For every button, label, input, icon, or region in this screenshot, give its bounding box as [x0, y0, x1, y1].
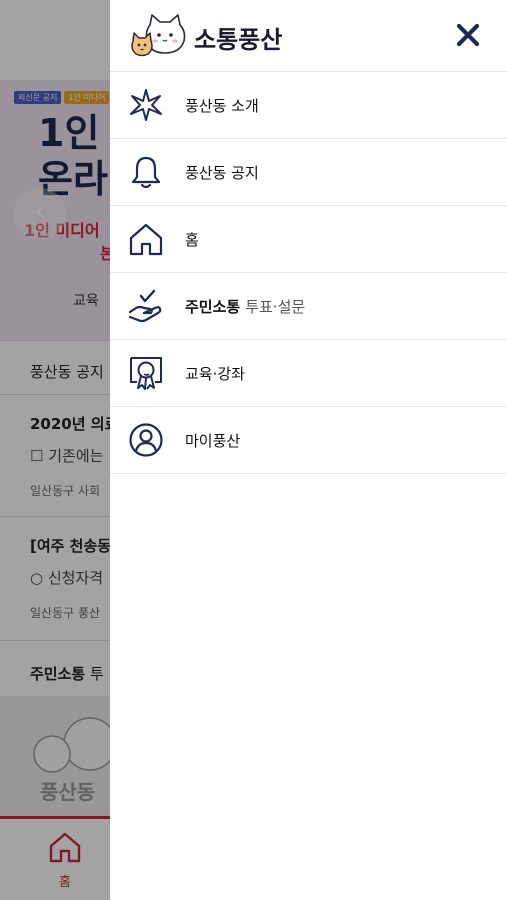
menu-item-label-main: 주민소통	[185, 297, 241, 316]
app-title: 소통풍산	[194, 26, 283, 54]
hand-check-icon	[128, 288, 164, 324]
user-circle-icon	[128, 422, 164, 458]
menu-item-intro[interactable]: 풍산동 소개	[110, 72, 507, 139]
bell-icon	[128, 154, 164, 190]
menu-item-my-page[interactable]: 마이풍산	[110, 407, 507, 474]
menu-item-label: 홈	[185, 230, 199, 249]
menu-item-label: 풍산동 공지	[185, 163, 259, 182]
menu-item-label: 풍산동 소개	[185, 96, 259, 115]
menu-item-label: 마이풍산	[185, 431, 241, 450]
menu-item-notice[interactable]: 풍산동 공지	[110, 139, 507, 206]
menu-item-label: 교육·강좌	[185, 364, 245, 383]
cat-logo-icon	[131, 14, 186, 57]
home-icon	[128, 221, 164, 257]
close-button[interactable]	[453, 20, 483, 50]
menu-item-home[interactable]: 홈	[110, 206, 507, 273]
menu-item-label-sub: 투표·설문	[245, 297, 306, 316]
drawer-header: 소통풍산	[110, 0, 507, 72]
side-drawer: 소통풍산 풍산동 소개 풍산동 공지 홈 주민소통 투표·설문 교육·강좌 마이…	[110, 0, 507, 900]
star-leaf-icon	[128, 87, 164, 123]
award-ribbon-icon	[128, 355, 164, 391]
menu-item-label: 주민소통 투표·설문	[185, 296, 305, 317]
menu-item-education[interactable]: 교육·강좌	[110, 340, 507, 407]
menu-item-communication[interactable]: 주민소통 투표·설문	[110, 273, 507, 340]
close-icon	[456, 23, 480, 47]
